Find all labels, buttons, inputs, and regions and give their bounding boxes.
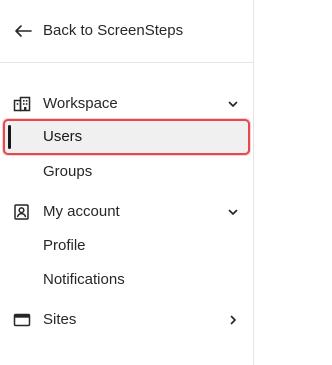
arrow-left-icon (14, 23, 32, 39)
user-badge-icon (13, 204, 31, 220)
active-indicator (8, 125, 11, 149)
sidebar-item-label: Profile (43, 237, 86, 254)
section-label: Sites (43, 311, 77, 328)
active-highlight (3, 119, 250, 155)
divider (0, 62, 254, 63)
sidebar-item-label: Groups (43, 163, 93, 180)
sidebar-item-label: Users (43, 128, 83, 145)
sidebar-item-profile[interactable]: Profile (0, 231, 254, 261)
sidebar-item-groups[interactable]: Groups (0, 157, 254, 187)
chevron-right-icon (227, 314, 239, 326)
chevron-down-icon (227, 206, 239, 218)
sidebar: Back to ScreenSteps Workspace Users Grou… (0, 0, 254, 365)
back-to-screensteps-link[interactable]: Back to ScreenSteps (0, 14, 254, 48)
section-workspace[interactable]: Workspace (0, 89, 254, 119)
browser-window-icon (13, 312, 31, 328)
building-icon (13, 96, 31, 112)
sidebar-item-notifications[interactable]: Notifications (0, 265, 254, 295)
section-sites[interactable]: Sites (0, 305, 254, 335)
section-label: Workspace (43, 95, 118, 112)
sidebar-item-users[interactable]: Users (0, 119, 254, 155)
chevron-down-icon (227, 98, 239, 110)
back-link-label: Back to ScreenSteps (43, 22, 184, 39)
sidebar-item-label: Notifications (43, 271, 125, 288)
section-my-account[interactable]: My account (0, 197, 254, 227)
section-label: My account (43, 203, 120, 220)
